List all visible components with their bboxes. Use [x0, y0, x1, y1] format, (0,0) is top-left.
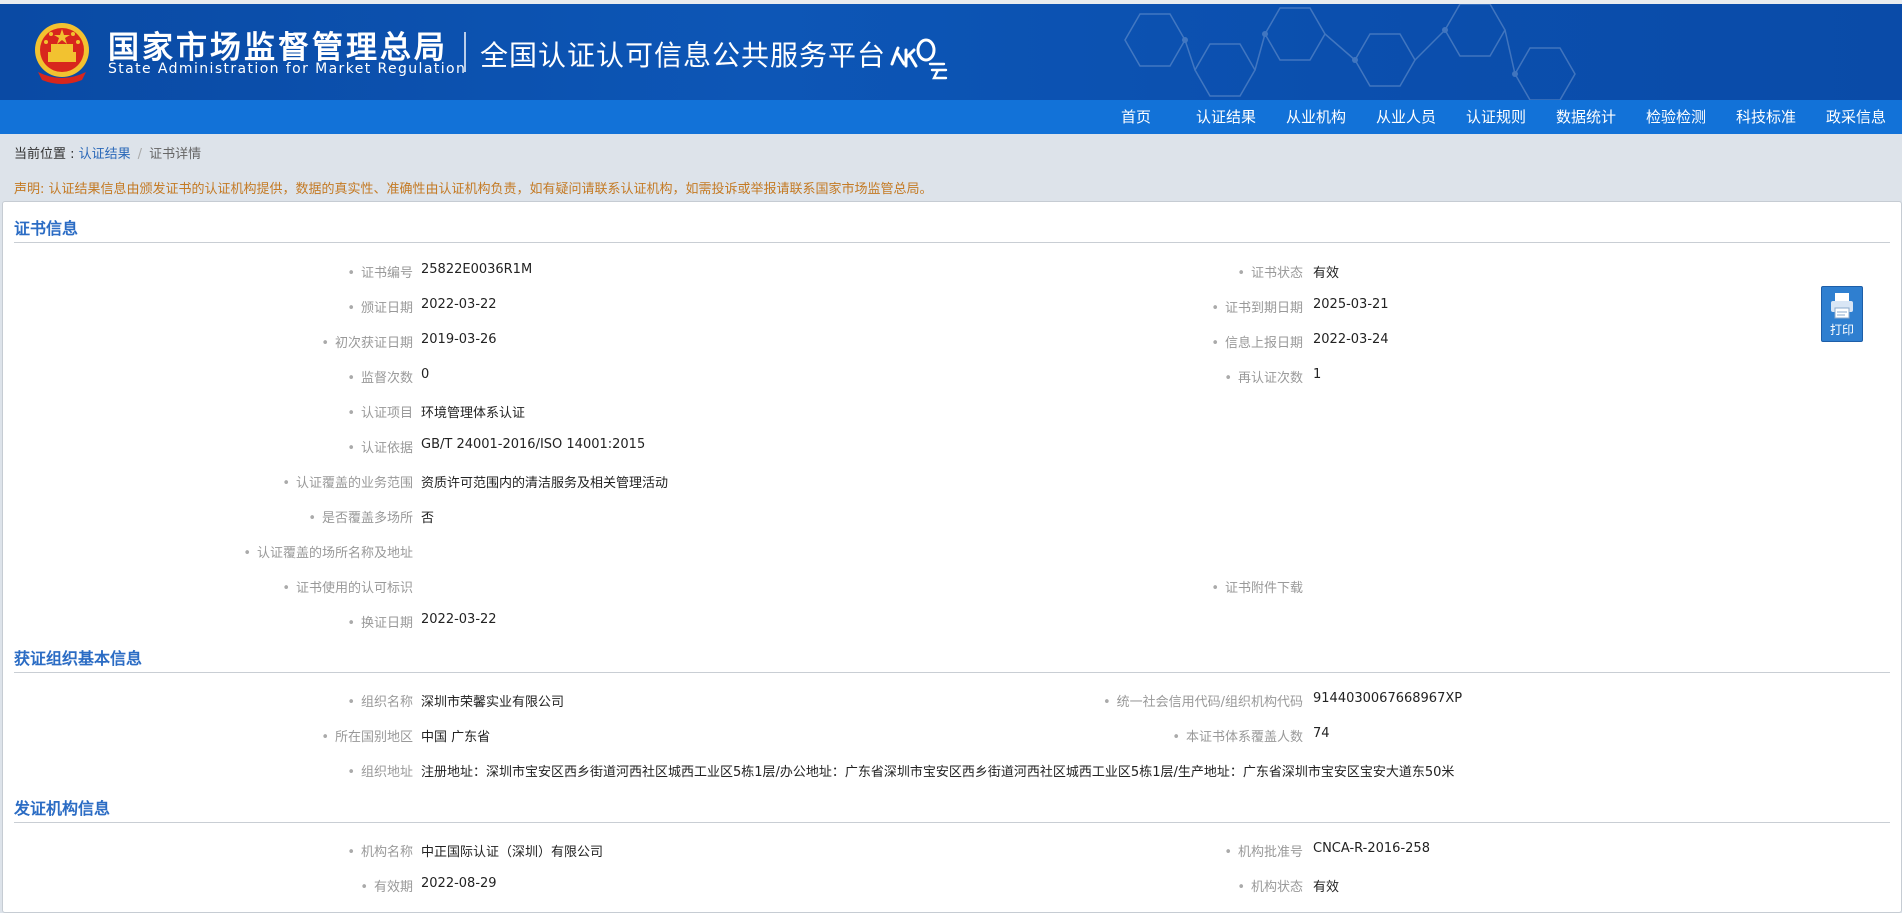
first-cert-date-value: 2019-03-26 — [421, 332, 497, 347]
breadcrumb: 当前位置 : 认证结果 / 证书详情 — [14, 143, 201, 162]
nav-cert-results[interactable]: 认证结果 — [1188, 100, 1264, 134]
cert-status-label: 证书状态 — [803, 262, 1303, 281]
nav-institutions[interactable]: 从业机构 — [1278, 100, 1354, 134]
nav-inspection[interactable]: 检验检测 — [1638, 100, 1714, 134]
main-nav: 首页 认证结果 从业机构 从业人员 认证规则 数据统计 检验检测 科技标准 政采… — [0, 100, 1902, 134]
issuer-name-label: 机构名称 — [3, 841, 413, 860]
org-section-title: 获证组织基本信息 — [14, 649, 143, 668]
site-header: 国家市场监督管理总局 State Administration for Mark… — [0, 4, 1902, 100]
region-value: 中国 广东省 — [421, 730, 491, 745]
nav-home[interactable]: 首页 — [1110, 100, 1162, 134]
issuer-section-title: 发证机构信息 — [14, 799, 111, 818]
issuer-status-label: 机构状态 — [803, 876, 1303, 895]
nav-practitioners[interactable]: 从业人员 — [1368, 100, 1444, 134]
printer-icon — [1831, 293, 1853, 319]
covered-people-value: 74 — [1313, 726, 1330, 741]
validity-label: 有效期 — [3, 876, 413, 895]
national-emblem-icon — [35, 23, 89, 84]
site-logo-subtitle: State Administration for Market Regulati… — [108, 61, 467, 77]
credit-code-value: 9144030067668967XP — [1313, 691, 1463, 706]
expiry-date-label: 证书到期日期 — [803, 297, 1303, 316]
cert-number-label: 证书编号 — [3, 262, 413, 281]
section-divider — [14, 672, 1890, 673]
breadcrumb-prefix: 当前位置 : — [14, 147, 75, 162]
cert-status-value: 有效 — [1313, 266, 1340, 281]
business-scope-label: 认证覆盖的业务范围 — [3, 472, 413, 491]
breadcrumb-current: 证书详情 — [149, 147, 202, 162]
org-name-value: 深圳市荣馨实业有限公司 — [421, 695, 565, 710]
cert-basis-value: GB/T 24001-2016/ISO 14001:2015 — [421, 437, 646, 452]
nav-procurement[interactable]: 政采信息 — [1818, 100, 1894, 134]
org-address-label: 组织地址 — [3, 761, 413, 780]
cert-project-value: 环境管理体系认证 — [421, 406, 526, 421]
accreditation-mark-label: 证书使用的认可标识 — [3, 577, 413, 596]
business-scope-value: 资质许可范围内的清洁服务及相关管理活动 — [421, 476, 669, 491]
rz-cloud-logo — [890, 38, 948, 80]
issue-date-value: 2022-03-22 — [421, 297, 497, 312]
approval-number-label: 机构批准号 — [803, 841, 1303, 860]
multi-site-value: 否 — [421, 511, 435, 526]
issue-date-label: 颁证日期 — [3, 297, 413, 316]
renewal-date-value: 2022-03-22 — [421, 612, 497, 627]
print-button[interactable]: 打印 — [1821, 286, 1863, 342]
issuer-status-value: 有效 — [1313, 880, 1340, 895]
report-date-value: 2022-03-24 — [1313, 332, 1389, 347]
credit-code-label: 统一社会信用代码/组织机构代码 — [803, 691, 1303, 710]
recert-count-label: 再认证次数 — [803, 367, 1303, 386]
section-divider — [14, 822, 1890, 823]
nav-cert-rules[interactable]: 认证规则 — [1458, 100, 1534, 134]
issuer-name-value: 中正国际认证（深圳）有限公司 — [421, 845, 604, 860]
cert-project-label: 认证项目 — [3, 402, 413, 421]
org-name-label: 组织名称 — [3, 691, 413, 710]
first-cert-date-label: 初次获证日期 — [3, 332, 413, 351]
validity-value: 2022-08-29 — [421, 876, 497, 891]
header-divider — [464, 32, 466, 72]
multi-site-label: 是否覆盖多场所 — [3, 507, 413, 526]
cert-basis-label: 认证依据 — [3, 437, 413, 456]
cert-number-value: 25822E0036R1M — [421, 262, 533, 277]
expiry-date-value: 2025-03-21 — [1313, 297, 1389, 312]
recert-count-value: 1 — [1313, 367, 1322, 382]
nav-statistics[interactable]: 数据统计 — [1548, 100, 1624, 134]
region-label: 所在国别地区 — [3, 726, 413, 745]
nav-standards[interactable]: 科技标准 — [1728, 100, 1804, 134]
section-divider — [14, 242, 1890, 243]
breadcrumb-cert-results-link[interactable]: 认证结果 — [79, 147, 131, 162]
disclaimer-notice: 声明: 认证结果信息由颁发证书的认证机构提供，数据的真实性、准确性由认证机构负责… — [14, 182, 933, 197]
supervision-count-value: 0 — [421, 367, 430, 382]
approval-number-value: CNCA-R-2016-258 — [1313, 841, 1430, 856]
supervision-count-label: 监督次数 — [3, 367, 413, 386]
renewal-date-label: 换证日期 — [3, 612, 413, 631]
attachment-download-label: 证书附件下载 — [803, 577, 1303, 596]
hexagon-pattern-icon — [1124, 4, 1576, 100]
cert-section-title: 证书信息 — [14, 219, 79, 238]
detail-card: 证书信息 证书编号 25822E0036R1M 颁证日期 2022-03-22 … — [2, 201, 1902, 913]
platform-title: 全国认证认可信息公共服务平台 — [480, 39, 887, 72]
sites-address-label: 认证覆盖的场所名称及地址 — [3, 542, 413, 561]
covered-people-label: 本证书体系覆盖人数 — [803, 726, 1303, 745]
report-date-label: 信息上报日期 — [803, 332, 1303, 351]
print-button-label: 打印 — [1829, 323, 1854, 337]
org-address-value: 注册地址：深圳市宝安区西乡街道河西社区城西工业区5栋1层/办公地址：广东省深圳市… — [421, 765, 1455, 780]
breadcrumb-separator: / — [137, 147, 143, 162]
